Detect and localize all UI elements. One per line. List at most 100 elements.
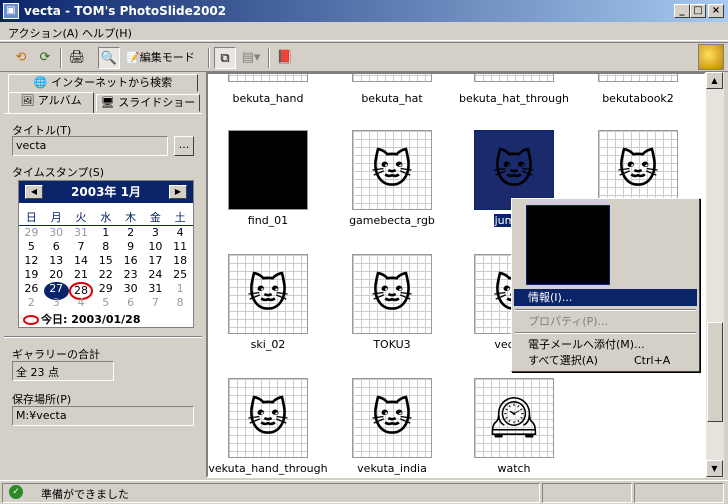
status-bar: ✓ 準備ができました <box>0 480 728 504</box>
calendar-day[interactable]: 7 <box>143 296 168 310</box>
calendar-day[interactable]: 4 <box>168 226 193 240</box>
vertical-scrollbar[interactable]: ▲ ▼ <box>706 72 724 478</box>
thumbnail-caption[interactable]: bekuta_hand <box>208 92 328 105</box>
calendar-day[interactable]: 1 <box>93 226 118 240</box>
menu-separator <box>515 309 696 311</box>
menu-item-properties[interactable]: プロパティ(P)... <box>514 313 697 330</box>
calendar-day[interactable]: 30 <box>44 226 69 240</box>
menu-help[interactable]: ヘルプ(H) <box>82 25 132 41</box>
zoom-icon[interactable]: 🔍 <box>98 47 120 69</box>
thumbnail[interactable] <box>228 74 308 82</box>
calendar-day[interactable]: 10 <box>143 240 168 254</box>
calendar-day[interactable]: 3 <box>44 296 69 310</box>
calendar-day[interactable]: 3 <box>143 226 168 240</box>
scroll-up-button[interactable]: ▲ <box>706 72 723 89</box>
status-pane-main: ✓ 準備ができました <box>2 483 540 503</box>
toolbar-separator <box>60 48 62 68</box>
next-month-button[interactable]: ▶ <box>169 185 187 199</box>
book-icon[interactable]: 📕 <box>274 47 296 69</box>
thumbnail-caption[interactable]: find_01 <box>208 214 328 227</box>
calendar-today-button[interactable]: 今日: 2003/01/28 <box>23 311 141 327</box>
calendar-day[interactable]: 6 <box>118 296 143 310</box>
gallery-total-label: ギャラリーの合計 <box>12 348 100 361</box>
tab-internet-search[interactable]: 🌐 インターネットから検索 <box>8 74 198 92</box>
title-bar: ▣ vecta - TOM's PhotoSlide2002 _ □ × <box>0 0 728 22</box>
rotate-right-icon[interactable]: ⟳ <box>34 47 56 69</box>
calendar-day[interactable]: 13 <box>44 254 69 268</box>
calendar-day[interactable]: 31 <box>69 226 94 240</box>
title-field[interactable]: vecta <box>12 136 168 156</box>
close-button[interactable]: × <box>708 4 724 18</box>
edit-mode-button[interactable]: 📝編集モード <box>126 49 195 67</box>
calendar-day[interactable]: 19 <box>19 268 44 282</box>
context-preview-image: 🐱 <box>526 205 610 285</box>
print-icon[interactable]: 🖨 <box>66 47 88 69</box>
view-dropdown-icon[interactable]: ▤▾ <box>240 47 262 69</box>
thumbnail-caption[interactable]: bekutabook2 <box>578 92 698 105</box>
calendar-day[interactable]: 16 <box>118 254 143 268</box>
thumbnail-caption[interactable]: bekuta_hat <box>332 92 452 105</box>
menu-item-select-all[interactable]: すべて選択(A) Ctrl+A <box>514 352 697 369</box>
calendar-day[interactable]: 9 <box>118 240 143 254</box>
timestamp-label: タイムスタンプ(S) <box>12 166 105 179</box>
thumbnail[interactable] <box>352 74 432 82</box>
thumbnail-caption[interactable]: ski_02 <box>208 338 328 351</box>
menu-action[interactable]: アクション(A) <box>8 25 79 41</box>
tab-slideshow[interactable]: 🖥 スライドショー <box>96 94 200 112</box>
minimize-button[interactable]: _ <box>674 4 690 18</box>
calendar-day[interactable]: 4 <box>69 296 94 310</box>
calendar-day[interactable]: 11 <box>168 240 193 254</box>
thumbnail-caption[interactable]: gamebecta_rgb <box>332 214 452 227</box>
today-ring-icon <box>23 315 39 325</box>
edit-mode-label: 編集モード <box>139 51 195 64</box>
weekday: 土 <box>174 211 186 224</box>
browse-button[interactable]: ... <box>174 136 194 156</box>
thumbnail-view-icon[interactable]: ⧉ <box>214 47 236 69</box>
calendar-day[interactable]: 24 <box>143 268 168 282</box>
rotate-left-icon[interactable]: ⟲ <box>10 47 32 69</box>
calendar-day[interactable]: 22 <box>93 268 118 282</box>
calendar-day[interactable]: 18 <box>168 254 193 268</box>
calendar-day[interactable]: 8 <box>168 296 193 310</box>
calendar-day[interactable]: 2 <box>19 296 44 310</box>
calendar-day[interactable]: 6 <box>44 240 69 254</box>
calendar-day[interactable]: 23 <box>118 268 143 282</box>
maximize-button[interactable]: □ <box>690 4 706 18</box>
calendar-day[interactable]: 29 <box>19 226 44 240</box>
scroll-thumb[interactable] <box>707 322 723 422</box>
prev-month-button[interactable]: ◀ <box>25 185 43 199</box>
thumbnail-caption[interactable]: bekuta_hat_through <box>454 92 574 105</box>
calendar-day[interactable]: 21 <box>69 268 94 282</box>
thumbnail-image[interactable]: 🐱 <box>228 130 308 210</box>
thumbnail-caption[interactable]: vekuta_india <box>332 462 452 475</box>
globe-icon: 🌐 <box>33 76 52 89</box>
calendar-day[interactable]: 25 <box>168 268 193 282</box>
menu-item-info[interactable]: 情報(I)... <box>514 289 697 306</box>
calendar-day[interactable]: 5 <box>93 296 118 310</box>
calendar-day[interactable]: 5 <box>19 240 44 254</box>
thumbnail-image[interactable]: 🐱 <box>352 254 432 334</box>
calendar-day[interactable]: 8 <box>93 240 118 254</box>
scroll-down-button[interactable]: ▼ <box>706 460 723 477</box>
calendar-day[interactable]: 12 <box>19 254 44 268</box>
tab-album[interactable]: 🖼 アルバム <box>8 92 94 114</box>
clock-icon[interactable]: 🕰 <box>474 378 554 458</box>
calendar-day[interactable]: 7 <box>69 240 94 254</box>
thumbnail[interactable] <box>598 74 678 82</box>
thumbnail-image[interactable]: 🐱 <box>352 130 432 210</box>
select-all-label: すべて選択(A) <box>528 354 598 367</box>
thumbnail-image[interactable]: 🐱 <box>352 378 432 458</box>
thumbnail[interactable] <box>474 74 554 82</box>
thumbnail-caption[interactable]: TOKU3 <box>332 338 452 351</box>
thumbnail-caption[interactable]: vekuta_hand_through <box>208 462 328 475</box>
thumbnail-image[interactable]: 🐱 <box>228 378 308 458</box>
calendar-day[interactable]: 2 <box>118 226 143 240</box>
menu-item-attach-email[interactable]: 電子メールへ添付(M)... <box>514 336 697 353</box>
monitor-icon: 🖥 <box>100 96 119 109</box>
calendar-day[interactable]: 17 <box>143 254 168 268</box>
thumbnail-caption[interactable]: watch <box>454 462 574 475</box>
thumbnail-image[interactable]: 🐱 <box>228 254 308 334</box>
calendar-day[interactable]: 20 <box>44 268 69 282</box>
calendar-day[interactable]: 14 <box>69 254 94 268</box>
calendar-day[interactable]: 15 <box>93 254 118 268</box>
